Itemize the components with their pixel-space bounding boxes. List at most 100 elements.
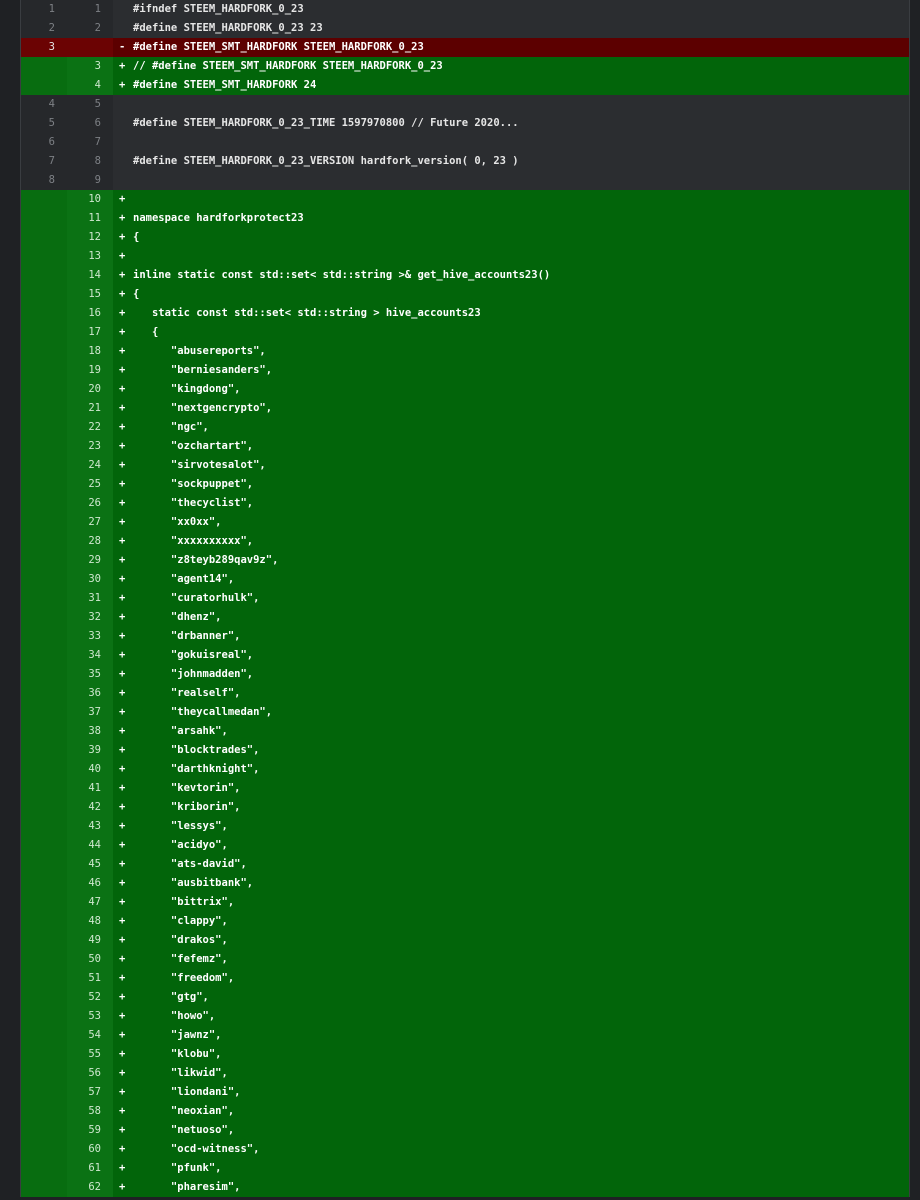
old-line-number[interactable]: [21, 779, 67, 798]
old-line-number[interactable]: [21, 1102, 67, 1121]
old-line-number[interactable]: [21, 285, 67, 304]
old-line-number[interactable]: [21, 1159, 67, 1178]
diff-line-added[interactable]: 28 + "xxxxxxxxxx",: [21, 532, 909, 551]
old-line-number[interactable]: [21, 741, 67, 760]
new-line-number[interactable]: 38: [67, 722, 113, 741]
old-line-number[interactable]: [21, 304, 67, 323]
old-line-number[interactable]: [21, 1064, 67, 1083]
old-line-number[interactable]: [21, 836, 67, 855]
new-line-number[interactable]: 8: [67, 152, 113, 171]
new-line-number[interactable]: 18: [67, 342, 113, 361]
diff-line-added[interactable]: 41 + "kevtorin",: [21, 779, 909, 798]
old-line-number[interactable]: [21, 893, 67, 912]
new-line-number[interactable]: 1: [67, 0, 113, 19]
new-line-number[interactable]: 32: [67, 608, 113, 627]
diff-line-added[interactable]: 45 + "ats-david",: [21, 855, 909, 874]
diff-line-added[interactable]: 19 + "berniesanders",: [21, 361, 909, 380]
new-line-number[interactable]: 55: [67, 1045, 113, 1064]
new-line-number[interactable]: 57: [67, 1083, 113, 1102]
diff-line-added[interactable]: 32 + "dhenz",: [21, 608, 909, 627]
diff-line-context[interactable]: 11 #ifndef STEEM_HARDFORK_0_23: [21, 0, 909, 19]
diff-line-added[interactable]: 43 + "lessys",: [21, 817, 909, 836]
diff-line-added[interactable]: 53 + "howo",: [21, 1007, 909, 1026]
old-line-number[interactable]: [21, 190, 67, 209]
old-line-number[interactable]: [21, 703, 67, 722]
old-line-number[interactable]: [21, 646, 67, 665]
diff-line-added[interactable]: 56 + "likwid",: [21, 1064, 909, 1083]
old-line-number[interactable]: [21, 969, 67, 988]
diff-line-added[interactable]: 12 +{: [21, 228, 909, 247]
new-line-number[interactable]: 24: [67, 456, 113, 475]
diff-line-added[interactable]: 20 + "kingdong",: [21, 380, 909, 399]
diff-line-added[interactable]: 31 + "curatorhulk",: [21, 589, 909, 608]
diff-line-added[interactable]: 4 + #define STEEM_SMT_HARDFORK 24: [21, 76, 909, 95]
new-line-number[interactable]: 52: [67, 988, 113, 1007]
old-line-number[interactable]: [21, 684, 67, 703]
diff-line-added[interactable]: 37 + "theycallmedan",: [21, 703, 909, 722]
old-line-number[interactable]: [21, 1178, 67, 1197]
old-line-number[interactable]: [21, 665, 67, 684]
old-line-number[interactable]: [21, 342, 67, 361]
new-line-number[interactable]: 11: [67, 209, 113, 228]
diff-line-context[interactable]: 22 #define STEEM_HARDFORK_0_23 23: [21, 19, 909, 38]
old-line-number[interactable]: 2: [21, 19, 67, 38]
new-line-number[interactable]: 46: [67, 874, 113, 893]
new-line-number[interactable]: 17: [67, 323, 113, 342]
diff-line-added[interactable]: 21 + "nextgencrypto",: [21, 399, 909, 418]
old-line-number[interactable]: 8: [21, 171, 67, 190]
old-line-number[interactable]: [21, 570, 67, 589]
new-line-number[interactable]: 12: [67, 228, 113, 247]
diff-line-added[interactable]: 44 + "acidyo",: [21, 836, 909, 855]
old-line-number[interactable]: [21, 266, 67, 285]
diff-line-added[interactable]: 52 + "gtg",: [21, 988, 909, 1007]
new-line-number[interactable]: 14: [67, 266, 113, 285]
new-line-number[interactable]: 30: [67, 570, 113, 589]
diff-line-added[interactable]: 42 + "kriborin",: [21, 798, 909, 817]
old-line-number[interactable]: [21, 912, 67, 931]
diff-line-added[interactable]: 36 + "realself",: [21, 684, 909, 703]
new-line-number[interactable]: 36: [67, 684, 113, 703]
old-line-number[interactable]: [21, 1121, 67, 1140]
diff-line-added[interactable]: 15 +{: [21, 285, 909, 304]
diff-line-context[interactable]: 67: [21, 133, 909, 152]
new-line-number[interactable]: 60: [67, 1140, 113, 1159]
old-line-number[interactable]: [21, 950, 67, 969]
old-line-number[interactable]: 3: [21, 38, 67, 57]
diff-line-added[interactable]: 38 + "arsahk",: [21, 722, 909, 741]
old-line-number[interactable]: [21, 228, 67, 247]
diff-line-added[interactable]: 11 + namespace hardforkprotect23: [21, 209, 909, 228]
old-line-number[interactable]: [21, 817, 67, 836]
old-line-number[interactable]: [21, 494, 67, 513]
diff-line-context[interactable]: 89: [21, 171, 909, 190]
old-line-number[interactable]: [21, 1045, 67, 1064]
new-line-number[interactable]: 50: [67, 950, 113, 969]
new-line-number[interactable]: 26: [67, 494, 113, 513]
old-line-number[interactable]: [21, 475, 67, 494]
new-line-number[interactable]: 44: [67, 836, 113, 855]
diff-line-added[interactable]: 24 + "sirvotesalot",: [21, 456, 909, 475]
diff-line-added[interactable]: 50 + "fefemz",: [21, 950, 909, 969]
diff-line-added[interactable]: 17 + {: [21, 323, 909, 342]
old-line-number[interactable]: [21, 247, 67, 266]
new-line-number[interactable]: 42: [67, 798, 113, 817]
old-line-number[interactable]: [21, 57, 67, 76]
old-line-number[interactable]: [21, 931, 67, 950]
new-line-number[interactable]: 43: [67, 817, 113, 836]
new-line-number[interactable]: 22: [67, 418, 113, 437]
diff-line-added[interactable]: 33 + "drbanner",: [21, 627, 909, 646]
new-line-number[interactable]: 28: [67, 532, 113, 551]
diff-line-added[interactable]: 51 + "freedom",: [21, 969, 909, 988]
old-line-number[interactable]: [21, 988, 67, 1007]
diff-line-added[interactable]: 55 + "klobu",: [21, 1045, 909, 1064]
diff-line-added[interactable]: 34 + "gokuisreal",: [21, 646, 909, 665]
diff-line-context[interactable]: 78 #define STEEM_HARDFORK_0_23_VERSION h…: [21, 152, 909, 171]
new-line-number[interactable]: 62: [67, 1178, 113, 1197]
diff-line-added[interactable]: 61 + "pfunk",: [21, 1159, 909, 1178]
diff-line-context[interactable]: 45: [21, 95, 909, 114]
old-line-number[interactable]: [21, 589, 67, 608]
new-line-number[interactable]: 2: [67, 19, 113, 38]
old-line-number[interactable]: [21, 361, 67, 380]
diff-line-added[interactable]: 46 + "ausbitbank",: [21, 874, 909, 893]
new-line-number[interactable]: 33: [67, 627, 113, 646]
new-line-number[interactable]: 7: [67, 133, 113, 152]
